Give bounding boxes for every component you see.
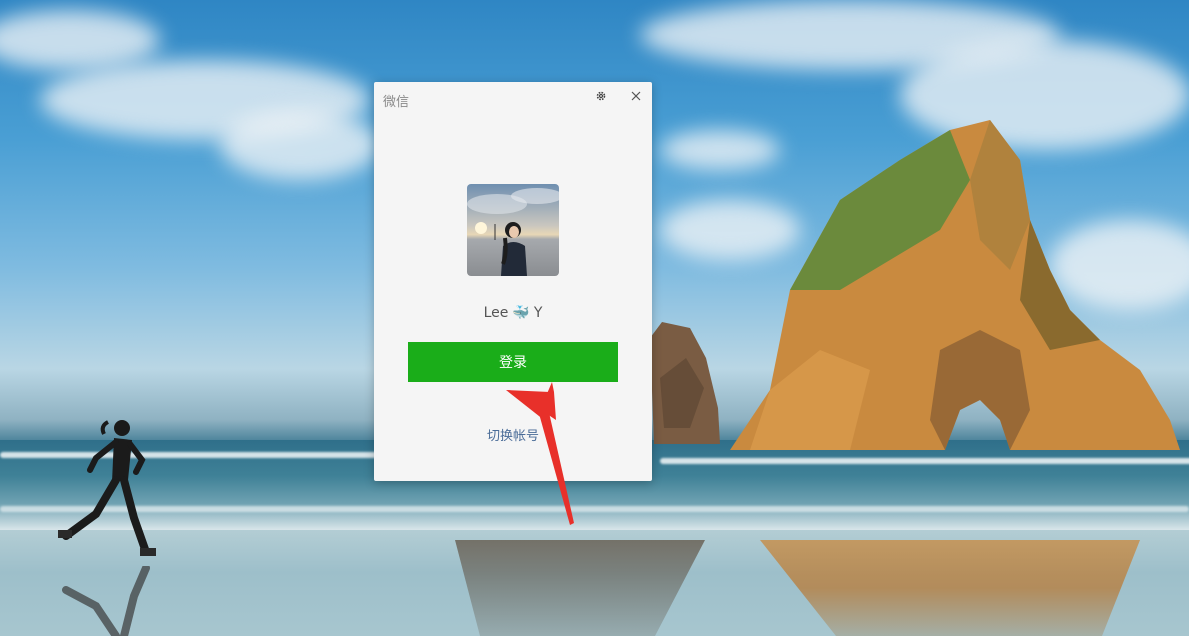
login-button[interactable]: 登录	[408, 342, 618, 382]
avatar-photo	[467, 184, 559, 276]
cloud	[0, 10, 160, 70]
username: Lee 🐳 Y	[374, 305, 652, 321]
wave-foam	[0, 506, 1189, 512]
runner-reflection	[62, 566, 150, 636]
close-button[interactable]	[628, 88, 644, 104]
username-suffix: Y	[533, 305, 543, 321]
whale-emoji: 🐳	[512, 305, 530, 321]
small-rock-formation	[650, 322, 720, 444]
avatar	[467, 184, 559, 276]
window-title: 微信	[383, 95, 410, 110]
desktop-wallpaper: 微信 Lee 🐳 Y 登录 切换帐号	[0, 0, 1189, 636]
arch-rock-formation	[730, 120, 1180, 450]
runner-silhouette	[58, 420, 156, 556]
red-arrow-annotation	[506, 382, 574, 525]
cloud	[220, 110, 380, 180]
settings-button[interactable]	[593, 88, 609, 104]
username-prefix: Lee	[483, 305, 509, 321]
close-icon	[631, 91, 641, 101]
gear-icon	[596, 91, 606, 101]
